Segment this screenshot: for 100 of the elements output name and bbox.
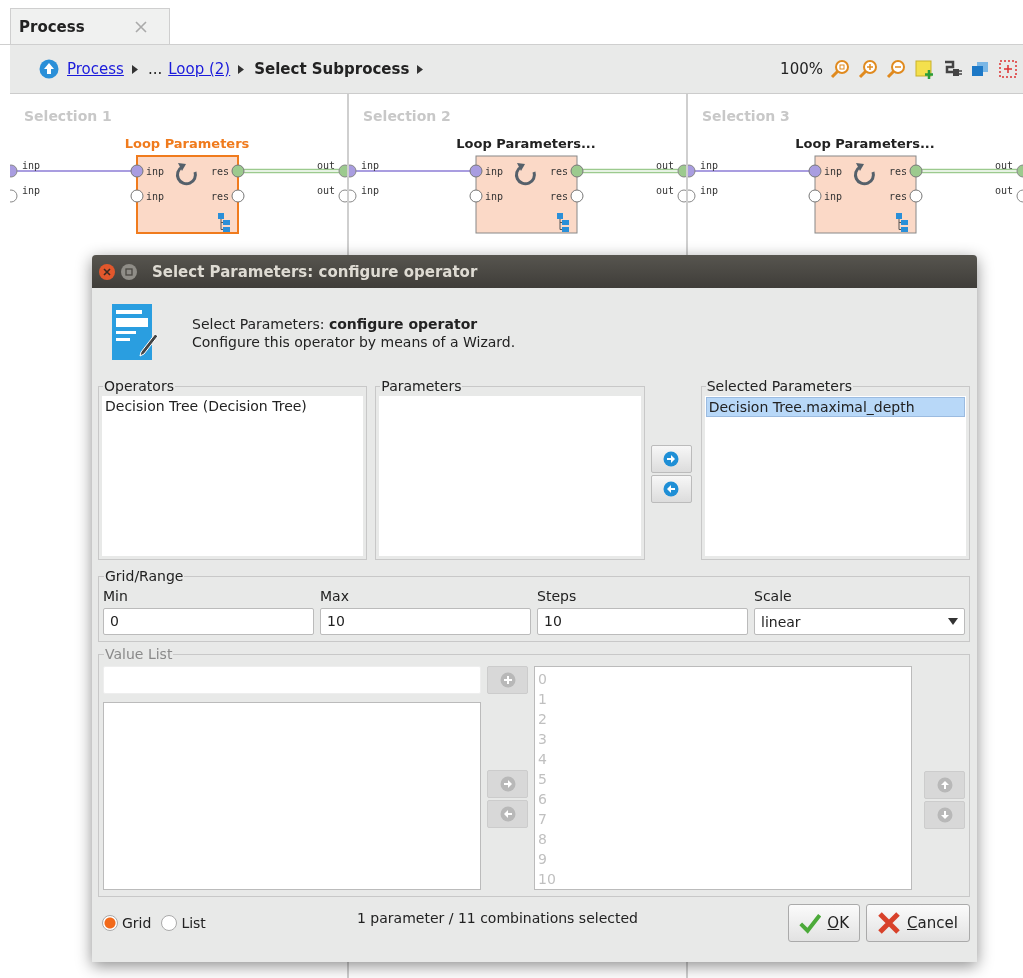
add-button[interactable] (650, 445, 692, 473)
port-label: out (316, 160, 335, 171)
breadcrumb-ellipsis: ... (147, 60, 163, 78)
caret-icon[interactable] (131, 64, 138, 74)
operator-input-port[interactable] (808, 164, 822, 178)
field-label: Max (320, 588, 350, 604)
port-label: inp (22, 185, 41, 196)
output-port[interactable] (677, 164, 686, 178)
group-label: Grid/Range (104, 568, 185, 584)
input-port[interactable] (688, 189, 696, 203)
operator-node[interactable] (475, 155, 578, 234)
ok-button[interactable]: OK (788, 904, 860, 942)
group-label: Operators (103, 378, 175, 394)
operator-output-port[interactable] (231, 164, 245, 178)
port-label: inp (361, 160, 380, 171)
output-port[interactable] (338, 189, 347, 203)
dialog-title: Select Parameters: configure operator (152, 262, 478, 281)
operator-output-port[interactable] (231, 189, 245, 203)
port-label: inp (824, 191, 843, 202)
port-label: inp (22, 160, 41, 171)
input-port[interactable] (349, 164, 357, 178)
operator-name: Loop Parameters... (795, 136, 935, 151)
minimize-icon[interactable] (120, 262, 138, 281)
caret-icon[interactable] (238, 64, 245, 74)
caret-icon[interactable] (417, 64, 424, 74)
hierarchy-icon[interactable] (557, 213, 569, 232)
radio-button[interactable]: Grid (102, 915, 152, 931)
output-port[interactable] (1016, 189, 1023, 203)
port-label: out (655, 185, 674, 196)
operator-node[interactable] (814, 155, 917, 234)
port-label: inp (700, 185, 719, 196)
breadcrumb-link[interactable]: Loop (2) (168, 60, 231, 78)
port-label: res (210, 191, 229, 202)
operator-input-port[interactable] (808, 189, 822, 203)
plus-icon (499, 672, 516, 688)
output-port[interactable] (677, 189, 686, 203)
input-field[interactable]: 10 (320, 608, 531, 635)
operator-input-port[interactable] (130, 164, 144, 178)
port-label: inp (700, 160, 719, 171)
zoom-level: 100% (780, 60, 823, 78)
operator-input-port[interactable] (469, 189, 483, 203)
input-port[interactable] (349, 189, 357, 203)
loop-icon (854, 163, 875, 186)
port-label: inp (146, 191, 165, 202)
loop-icon (515, 163, 536, 186)
radio-button[interactable]: List (161, 915, 206, 931)
operator-output-port[interactable] (570, 164, 584, 178)
input-field[interactable]: 10 (537, 608, 748, 635)
port-label: res (549, 191, 568, 202)
port-label: res (549, 166, 568, 177)
zoom-reset-icon[interactable] (829, 58, 851, 80)
port-label: inp (824, 166, 843, 177)
selected-parameters-list[interactable]: Decision Tree.maximal_depth (704, 396, 966, 556)
output-port[interactable] (1016, 164, 1023, 178)
input-port[interactable] (688, 164, 696, 178)
port-label: res (210, 166, 229, 177)
operators-list[interactable]: Decision Tree (Decision Tree) (102, 396, 364, 556)
group-label: Selected Parameters (705, 378, 853, 394)
close-icon[interactable] (135, 20, 147, 33)
breadcrumb-link[interactable]: Process (67, 60, 124, 78)
operator-output-port[interactable] (570, 189, 584, 203)
note-icon[interactable] (913, 58, 935, 80)
operator-node[interactable] (136, 155, 239, 234)
hierarchy-icon[interactable] (218, 213, 230, 232)
zoom-in-icon[interactable] (857, 58, 879, 80)
field-label: Steps (537, 588, 578, 604)
port-label: inp (485, 191, 504, 202)
cross-icon (877, 911, 901, 935)
operator-input-port[interactable] (469, 164, 483, 178)
status-text: 1 parameter / 11 combinations selected (357, 910, 639, 926)
frame-icon[interactable] (997, 58, 1019, 80)
input-port[interactable] (10, 164, 18, 178)
operator-output-port[interactable] (909, 189, 923, 203)
operator-name: Loop Parameters... (456, 136, 596, 151)
operator-name: Loop Parameters (124, 136, 250, 151)
remove-button[interactable] (650, 475, 692, 503)
port-label: inp (361, 185, 380, 196)
dialog-heading: Select Parameters: configure operator (192, 315, 479, 333)
scale-dropdown[interactable]: linear (754, 608, 965, 635)
zoom-out-icon[interactable] (885, 58, 907, 80)
operator-output-port[interactable] (909, 164, 923, 178)
dropdown-arrow-icon (948, 618, 958, 625)
close-icon[interactable] (98, 262, 116, 281)
list-item[interactable]: Decision Tree (Decision Tree) (103, 397, 363, 415)
port-label: out (316, 185, 335, 196)
group-label: Value List (104, 646, 174, 662)
hierarchy-icon[interactable] (896, 213, 908, 232)
output-port[interactable] (338, 164, 347, 178)
operator-input-port[interactable] (130, 189, 144, 203)
list-item[interactable]: Decision Tree.maximal_depth (705, 397, 965, 417)
input-field[interactable]: 0 (103, 608, 314, 635)
port-label: inp (146, 166, 165, 177)
field-label: Min (103, 588, 129, 604)
process-tab[interactable]: Process (10, 8, 170, 44)
port-label: out (994, 160, 1013, 171)
checkmark-icon (799, 911, 822, 935)
dialog-description: Configure this operator by means of a Wizard. (192, 333, 516, 351)
cancel-button[interactable]: Cancel (866, 904, 970, 942)
input-port[interactable] (10, 189, 18, 203)
port-label: res (888, 166, 907, 177)
